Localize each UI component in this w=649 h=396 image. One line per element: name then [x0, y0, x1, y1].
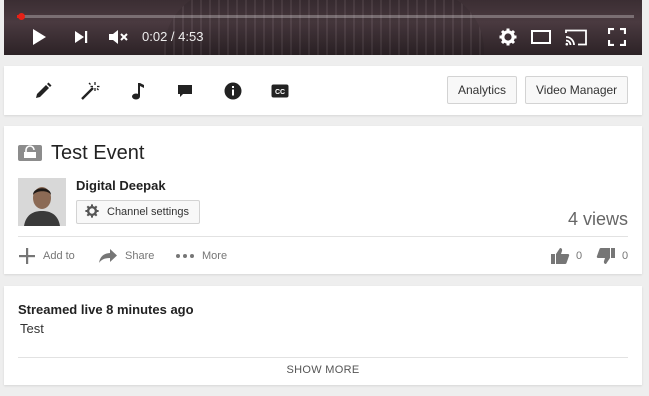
dislike-button[interactable]: 0 [596, 247, 628, 265]
thumbs-up-icon [551, 248, 570, 264]
theater-mode-icon[interactable] [530, 28, 552, 46]
share-button[interactable]: Share [98, 247, 154, 265]
more-button[interactable]: More [175, 247, 227, 265]
add-to-button[interactable]: Add to [18, 247, 75, 265]
streamed-time: Streamed live 8 minutes ago [18, 302, 194, 317]
play-icon[interactable] [30, 28, 48, 46]
thumbs-down-icon [596, 248, 615, 264]
magic-wand-icon[interactable] [80, 81, 100, 101]
progress-scrubber[interactable] [18, 13, 26, 20]
channel-settings-button[interactable]: Channel settings [76, 200, 200, 224]
captions-badge-text: CC [275, 89, 285, 96]
creator-toolbar: CC Analytics Video Manager [4, 66, 642, 115]
video-player[interactable]: 0:02 / 4:53 [4, 0, 642, 55]
video-manager-button[interactable]: Video Manager [525, 76, 629, 104]
share-label: Share [125, 250, 155, 262]
captions-icon[interactable]: CC [270, 81, 290, 101]
settings-icon[interactable] [498, 28, 518, 46]
music-note-icon[interactable] [128, 81, 148, 101]
more-dots-icon [176, 254, 194, 258]
pencil-icon[interactable] [33, 81, 53, 101]
show-more-button[interactable]: SHOW MORE [4, 364, 642, 376]
unlisted-lock-icon [18, 145, 42, 161]
like-count: 0 [576, 250, 583, 262]
description-card: Streamed live 8 minutes ago Test SHOW MO… [4, 286, 642, 385]
view-count: 4 views [567, 209, 628, 229]
dislike-count: 0 [622, 250, 629, 262]
video-title: Test Event [51, 142, 145, 164]
more-label: More [202, 250, 228, 262]
gear-icon [85, 203, 99, 221]
info-icon[interactable] [223, 81, 243, 101]
channel-name[interactable]: Digital Deepak [76, 178, 166, 193]
share-icon [99, 249, 117, 263]
analytics-button[interactable]: Analytics [447, 76, 518, 104]
annotations-icon[interactable] [175, 81, 195, 101]
channel-settings-label: Channel settings [107, 206, 189, 218]
fullscreen-icon[interactable] [607, 28, 627, 46]
next-icon[interactable] [72, 28, 90, 46]
cast-icon[interactable] [564, 28, 588, 46]
mute-icon[interactable] [108, 28, 128, 46]
description-text: Test [20, 321, 44, 336]
time-display: 0:02 / 4:53 [142, 29, 204, 44]
add-to-label: Add to [43, 250, 75, 262]
avatar[interactable] [18, 178, 66, 226]
divider [18, 357, 628, 358]
plus-icon [19, 248, 35, 264]
progress-bar[interactable] [17, 13, 634, 20]
like-button[interactable]: 0 [550, 247, 582, 265]
video-info-card: Test Event Digital Deepak Channel settin… [4, 126, 642, 274]
divider [18, 236, 628, 237]
